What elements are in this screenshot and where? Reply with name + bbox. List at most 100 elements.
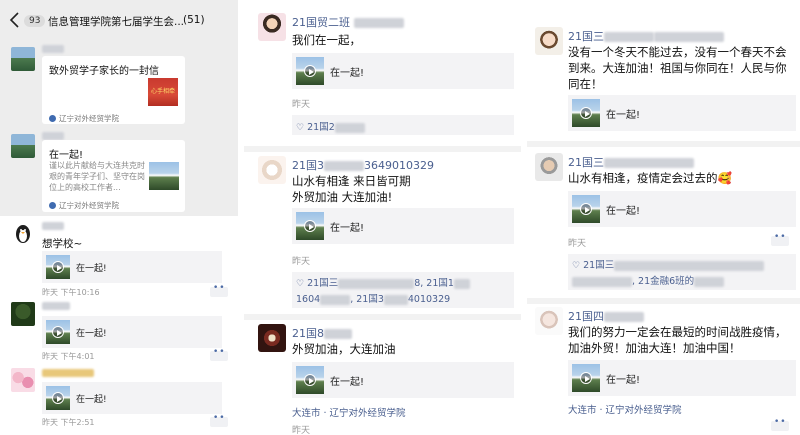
play-icon [304, 374, 316, 386]
shared-video[interactable]: 在一起! [42, 382, 222, 414]
more-options-icon[interactable] [210, 413, 228, 427]
post-text: 我们的努力一定会在最短的时间战胜疫情， 加油外贸！加油大连！加油中国！ [568, 325, 787, 355]
user-avatar[interactable] [11, 368, 35, 392]
more-options-icon[interactable] [771, 232, 789, 246]
user-avatar[interactable] [258, 13, 286, 41]
location-link[interactable]: 大连市 · 辽宁对外经贸学院 [568, 402, 682, 416]
play-icon [52, 326, 64, 338]
card-description: 谨以此片献给与大连共克时艰的青年学子们、坚守在岗位上的高校工作者... [49, 161, 145, 192]
link-card[interactable]: 致外贸学子家长的一封信 心手相牵 辽宁对外经贸学院 [42, 56, 185, 124]
card-thumbnail: 心手相牵 [148, 78, 178, 106]
card-title: 在一起! [49, 150, 84, 161]
user-avatar[interactable] [258, 156, 286, 184]
shared-video[interactable]: 在一起! [568, 360, 796, 396]
post-text: 山水有相逢 来日皆可期 外贸加油 大连加油! [292, 174, 411, 204]
shared-title: 在一起! [330, 68, 365, 79]
video-thumbnail [296, 212, 324, 240]
user-name[interactable]: 21国8 [292, 325, 352, 341]
play-icon [52, 392, 64, 404]
post-text: 外贸加油，大连加油 [292, 342, 396, 356]
penguin-icon [16, 225, 30, 243]
likes-names[interactable]: , 21金融6班的 [572, 273, 725, 287]
emoji: 🥰 [717, 171, 732, 185]
divider [244, 146, 521, 152]
likes-section: ♡ 21国三 , 21金融6班的 [568, 254, 796, 290]
post-time: 昨天 [292, 100, 311, 110]
moments-feed-middle: 21国贸二班 我们在一起， 在一起! 昨天 ♡ 21国2 21国3 3649010… [244, 0, 521, 435]
user-avatar[interactable] [535, 153, 563, 181]
likes-names[interactable]: ♡ 21国三 8, 21国1 [296, 275, 470, 289]
likes-names[interactable]: ♡ 21国2 [296, 119, 365, 133]
more-options-icon[interactable] [210, 283, 228, 297]
more-options-icon[interactable] [771, 417, 789, 431]
shared-video[interactable]: 在一起! [292, 362, 514, 398]
post-time: 昨天 下午10:16 [42, 288, 100, 297]
post-time: 昨天 [292, 257, 311, 267]
group-chat-panel: 93 信息管理学院第七届学生会... (51) 致外贸学子家长的一封信 心手相牵… [0, 0, 238, 435]
link-card[interactable]: 在一起! 谨以此片献给与大连共克时艰的青年学子们、坚守在岗位上的高校工作者...… [42, 140, 185, 212]
post-time: 昨天 下午4:01 [42, 352, 95, 361]
play-icon [304, 65, 316, 77]
play-icon [580, 203, 592, 215]
user-name[interactable]: 21国3 3649010329 [292, 157, 434, 173]
post-time: 昨天 [568, 239, 587, 249]
shared-video[interactable]: 在一起! [42, 251, 222, 283]
user-avatar[interactable] [258, 324, 286, 352]
post-text: 没有一个冬天不能过去，没有一个春天不会到来。大连加油！祖国与你同在！人民与你同在… [568, 45, 787, 91]
shared-title: 在一起! [76, 264, 107, 274]
user-name[interactable]: 21国三 [568, 28, 724, 44]
user-name[interactable]: 21国四 [568, 308, 644, 324]
card-thumbnail [149, 162, 179, 190]
likes-names[interactable]: ♡ 21国三 [572, 257, 765, 271]
card-source: 辽宁对外经贸学院 [49, 200, 119, 211]
heart-icon: ♡ [572, 261, 581, 271]
user-name[interactable]: 21国贸二班 [292, 14, 404, 30]
shared-video[interactable]: 在一起! [568, 191, 796, 227]
user-avatar[interactable] [11, 221, 35, 245]
post-time: 昨天 下午2:51 [42, 418, 95, 427]
video-thumbnail [296, 366, 324, 394]
more-options-icon[interactable] [210, 347, 228, 361]
sender-avatar[interactable] [11, 134, 35, 158]
member-count: (51) [183, 14, 205, 26]
shared-title: 在一起! [606, 206, 641, 217]
shared-title: 在一起! [330, 377, 365, 388]
likes-section: ♡ 21国三 8, 21国1 1604, 21国3 4010329 [292, 272, 514, 308]
heart-icon: ♡ [296, 279, 305, 289]
moments-feed-right: 21国三 没有一个冬天不能过去，没有一个春天不会到来。大连加油！祖国与你同在！人… [527, 0, 800, 435]
group-title[interactable]: 信息管理学院第七届学生会... [48, 14, 184, 29]
user-name-blurred [42, 369, 94, 377]
post-text: 我们在一起， [292, 33, 361, 47]
shared-video[interactable]: 在一起! [568, 95, 796, 131]
divider [244, 314, 521, 320]
video-thumbnail [46, 320, 70, 344]
video-thumbnail [46, 255, 70, 279]
sender-name-blurred [42, 45, 64, 53]
post-text: 山水有相逢，疫情定会过去的🥰 [568, 171, 732, 185]
sender-avatar[interactable] [11, 47, 35, 71]
user-avatar[interactable] [11, 302, 35, 326]
school-logo-icon [49, 202, 56, 209]
location-link[interactable]: 大连市 · 辽宁对外经贸学院 [292, 405, 406, 419]
shared-video[interactable]: 在一起! [292, 53, 514, 89]
shared-title: 在一起! [76, 395, 107, 405]
sender-name-blurred [42, 132, 64, 140]
school-logo-icon [49, 115, 56, 122]
user-name-blurred [42, 222, 64, 230]
name-blurred [353, 18, 404, 28]
post-time: 昨天 [292, 426, 311, 435]
back-icon[interactable] [9, 12, 20, 28]
moment-text: 想学校~ [42, 238, 83, 250]
video-thumbnail [572, 195, 600, 223]
video-thumbnail [296, 57, 324, 85]
heart-icon: ♡ [296, 123, 305, 133]
user-name[interactable]: 21国三 [568, 154, 694, 170]
shared-video[interactable]: 在一起! [42, 316, 222, 348]
shared-video[interactable]: 在一起! [292, 208, 514, 244]
user-avatar[interactable] [535, 307, 563, 335]
shared-title: 在一起! [330, 223, 365, 234]
likes-names[interactable]: 1604, 21国3 4010329 [296, 291, 450, 305]
divider [527, 298, 800, 304]
likes-section: ♡ 21国2 [292, 115, 514, 135]
user-avatar[interactable] [535, 27, 563, 55]
